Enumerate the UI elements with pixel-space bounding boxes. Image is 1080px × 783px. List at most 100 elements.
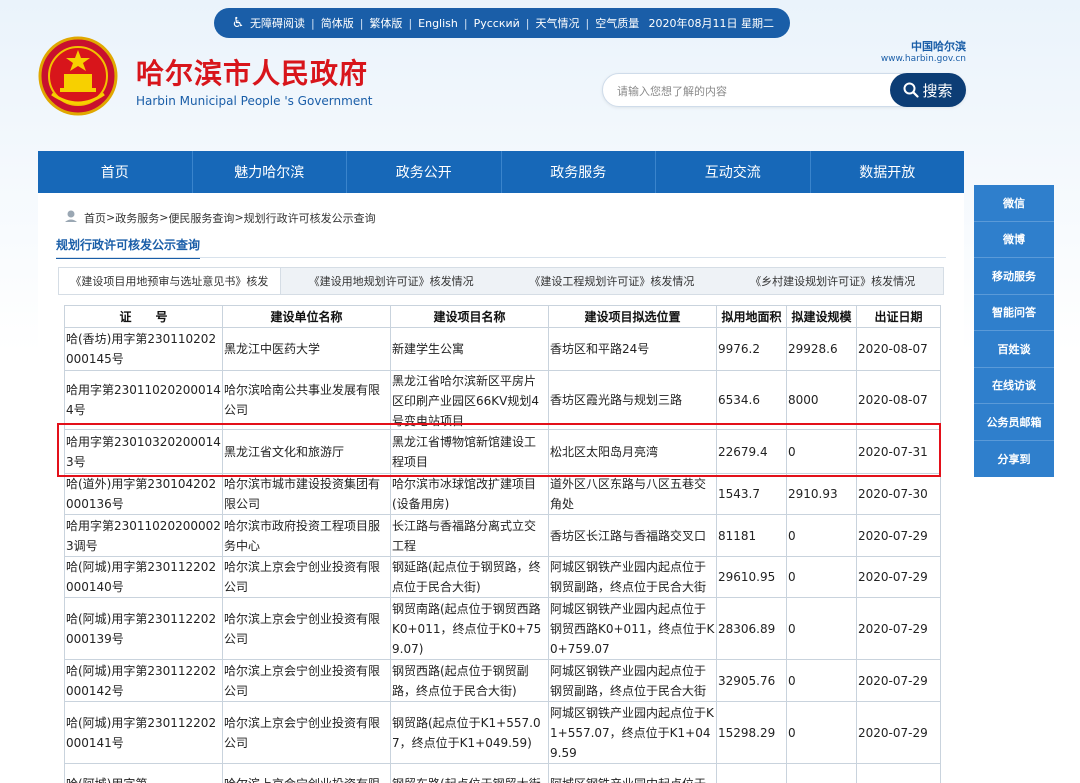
- table-row[interactable]: 哈用字第230103202000143号 黑龙江省文化和旅游厅 黑龙江省博物馆新…: [64, 429, 941, 474]
- nav-home[interactable]: 首页: [38, 151, 193, 193]
- main-nav: 首页 魅力哈尔滨 政务公开 政务服务 互动交流 数据开放: [38, 151, 964, 193]
- permit-table: 证 号 建设单位名称 建设项目名称 建设项目拟选位置 拟用地面积 拟建设规模 出…: [64, 305, 941, 783]
- table-row[interactable]: 哈用字第230110202000144号 哈尔滨哈南公共事业发展有限公司 黑龙江…: [64, 370, 941, 430]
- table-row[interactable]: 哈(香坊)用字第230110202000145号 黑龙江中医药大学 新建学生公寓…: [64, 327, 941, 371]
- cell-location: 香坊区和平路24号: [548, 327, 717, 371]
- cell-location: 阿城区钢铁产业园内起点位于钢贸副路，终点位于民合大街: [548, 659, 717, 702]
- link-simplified[interactable]: 简体版: [321, 15, 354, 31]
- cell-area: 28306.89: [716, 597, 787, 660]
- sidebar-item-interview[interactable]: 在线访谈: [974, 368, 1054, 404]
- cell-area: 1543.7: [716, 473, 787, 515]
- cell-area: 29610.95: [716, 556, 787, 598]
- search-button[interactable]: 搜索: [890, 73, 966, 107]
- search-input[interactable]: [617, 82, 877, 100]
- column-header-location: 建设项目拟选位置: [548, 305, 717, 328]
- nav-open-data[interactable]: 数据开放: [811, 151, 965, 193]
- nav-government-services[interactable]: 政务服务: [502, 151, 656, 193]
- nav-interaction[interactable]: 互动交流: [656, 151, 811, 193]
- cell-scale: 0: [786, 597, 857, 660]
- link-russian[interactable]: Русский: [474, 17, 520, 30]
- cell-scale: 8000: [786, 370, 857, 430]
- sidebar-item-mobile[interactable]: 移动服务: [974, 258, 1054, 295]
- cell-permit-no: 哈(阿城)用字第230112202000142号: [64, 659, 223, 702]
- breadcrumb-home[interactable]: 首页: [84, 210, 106, 226]
- cell-area: [716, 763, 787, 783]
- tab-construction-permit[interactable]: 《建设工程规划许可证》核发情况: [502, 268, 723, 294]
- brand-url: www.harbin.gov.cn: [880, 54, 966, 64]
- location-pin-icon: [64, 209, 78, 226]
- cell-area: 22679.4: [716, 429, 787, 474]
- cell-area: 32905.76: [716, 659, 787, 702]
- divider: |: [359, 16, 364, 30]
- table-row[interactable]: 哈(阿城)用字第230112202000139号 哈尔滨上京会宁创业投资有限公司…: [64, 597, 941, 660]
- link-english[interactable]: English: [418, 17, 458, 30]
- divider: |: [311, 16, 315, 30]
- cell-area: 81181: [716, 514, 787, 557]
- link-air-quality[interactable]: 空气质量: [595, 15, 639, 31]
- link-traditional[interactable]: 繁体版: [369, 15, 402, 31]
- tab-rural-permit[interactable]: 《乡村建设规划许可证》核发情况: [722, 268, 943, 294]
- sidebar-item-mail[interactable]: 公务员邮箱: [974, 404, 1054, 441]
- table-row[interactable]: 哈(阿城)用字第230112202000140号 哈尔滨上京会宁创业投资有限公司…: [64, 556, 941, 598]
- table-row[interactable]: 哈(阿城)用字第 哈尔滨上京会宁创业投资有限 钢贸东路(起点位于钢贸大街 阿城区…: [64, 763, 941, 783]
- search-button-label: 搜索: [922, 81, 953, 100]
- national-emblem-icon: [38, 36, 118, 116]
- cell-date: 2020-07-29: [856, 556, 941, 598]
- table-row[interactable]: 哈用字第230110202000023调号 哈尔滨市政府投资工程项目服务中心 长…: [64, 514, 941, 557]
- cell-permit-no: 哈(阿城)用字第230112202000139号: [64, 597, 223, 660]
- cell-project: 长江路与香福路分离式立交工程: [390, 514, 549, 557]
- cell-project: 哈尔滨市冰球馆改扩建项目(设备用房): [390, 473, 549, 515]
- sidebar-item-wechat[interactable]: 微信: [974, 185, 1054, 222]
- table-row[interactable]: 哈(阿城)用字第230112202000142号 哈尔滨上京会宁创业投资有限公司…: [64, 659, 941, 702]
- column-header-project: 建设项目名称: [390, 305, 549, 328]
- cell-scale: [786, 763, 857, 783]
- column-header-area: 拟用地面积: [716, 305, 787, 328]
- table-row[interactable]: 哈(道外)用字第230104202000136号 哈尔滨市城市建设投资集团有限公…: [64, 473, 941, 515]
- table-row[interactable]: 哈(阿城)用字第230112202000141号 哈尔滨上京会宁创业投资有限公司…: [64, 701, 941, 764]
- tab-land-use-permit[interactable]: 《建设用地规划许可证》核发情况: [281, 268, 502, 294]
- breadcrumb-separator: >: [106, 211, 116, 224]
- cell-project: 钢贸路(起点位于K1+557.07，终点位于K1+049.59): [390, 701, 549, 764]
- nav-government-affairs[interactable]: 政务公开: [347, 151, 502, 193]
- cell-unit: 哈尔滨市城市建设投资集团有限公司: [222, 473, 391, 515]
- divider: |: [525, 16, 530, 30]
- harbin-brand-logo[interactable]: 中国哈尔滨 www.harbin.gov.cn: [874, 38, 966, 64]
- cell-project: 黑龙江省博物馆新馆建设工程项目: [390, 429, 549, 474]
- cell-unit: 哈尔滨上京会宁创业投资有限公司: [222, 701, 391, 764]
- cell-scale: 0: [786, 659, 857, 702]
- site-subtitle: Harbin Municipal People 's Government: [136, 94, 373, 108]
- cell-location: 松北区太阳岛月亮湾: [548, 429, 717, 474]
- cell-area: 15298.29: [716, 701, 787, 764]
- cell-location: 阿城区钢铁产业园内起点位于钢贸副路，终点位于民合大街: [548, 556, 717, 598]
- cell-date: 2020-07-29: [856, 597, 941, 660]
- cell-location: 阿城区钢铁产业园内起点位于: [548, 763, 717, 783]
- column-header-scale: 拟建设规模: [786, 305, 857, 328]
- cell-location: 阿城区钢铁产业园内起点位于钢贸西路K0+011，终点位于K0+759.07: [548, 597, 717, 660]
- site-title: 哈尔滨市人民政府: [136, 57, 369, 90]
- cell-date: 2020-07-30: [856, 473, 941, 515]
- breadcrumb-convenience-query[interactable]: 便民服务查询: [168, 210, 234, 226]
- sidebar-item-weibo[interactable]: 微博: [974, 222, 1054, 258]
- cell-location: 香坊区霞光路与规划三路: [548, 370, 717, 430]
- search-icon: [903, 82, 920, 98]
- cell-project: 钢贸西路(起点位于钢贸副路，终点位于民合大街): [390, 659, 549, 702]
- accessibility-icon[interactable]: ♿: [230, 15, 246, 31]
- divider: |: [585, 16, 590, 30]
- divider: |: [408, 16, 413, 30]
- cell-project: 钢延路(起点位于钢贸路，终点位于民合大街): [390, 556, 549, 598]
- table-header-row: 证 号 建设单位名称 建设项目名称 建设项目拟选位置 拟用地面积 拟建设规模 出…: [64, 305, 941, 328]
- cell-date: 2020-07-29: [856, 514, 941, 557]
- cell-permit-no: 哈用字第230110202000144号: [64, 370, 223, 430]
- breadcrumb-government-services[interactable]: 政务服务: [115, 210, 159, 226]
- nav-charm-harbin[interactable]: 魅力哈尔滨: [193, 151, 347, 193]
- cell-permit-no: 哈(阿城)用字第230112202000140号: [64, 556, 223, 598]
- cell-permit-no: 哈(阿城)用字第: [64, 763, 223, 783]
- sidebar-item-share[interactable]: 分享到: [974, 441, 1054, 478]
- link-weather[interactable]: 天气情况: [536, 15, 580, 31]
- sidebar-item-qa[interactable]: 智能问答: [974, 295, 1054, 331]
- tab-site-selection[interactable]: 《建设项目用地预审与选址意见书》核发: [59, 268, 281, 294]
- link-accessible-reading[interactable]: 无障碍阅读: [250, 15, 305, 31]
- sidebar-item-public-talk[interactable]: 百姓谈: [974, 331, 1054, 368]
- utility-bar: ♿ 无障碍阅读 | 简体版 | 繁体版 | English | Русский …: [214, 8, 790, 38]
- current-date: 2020年08月11日 星期二: [648, 17, 775, 30]
